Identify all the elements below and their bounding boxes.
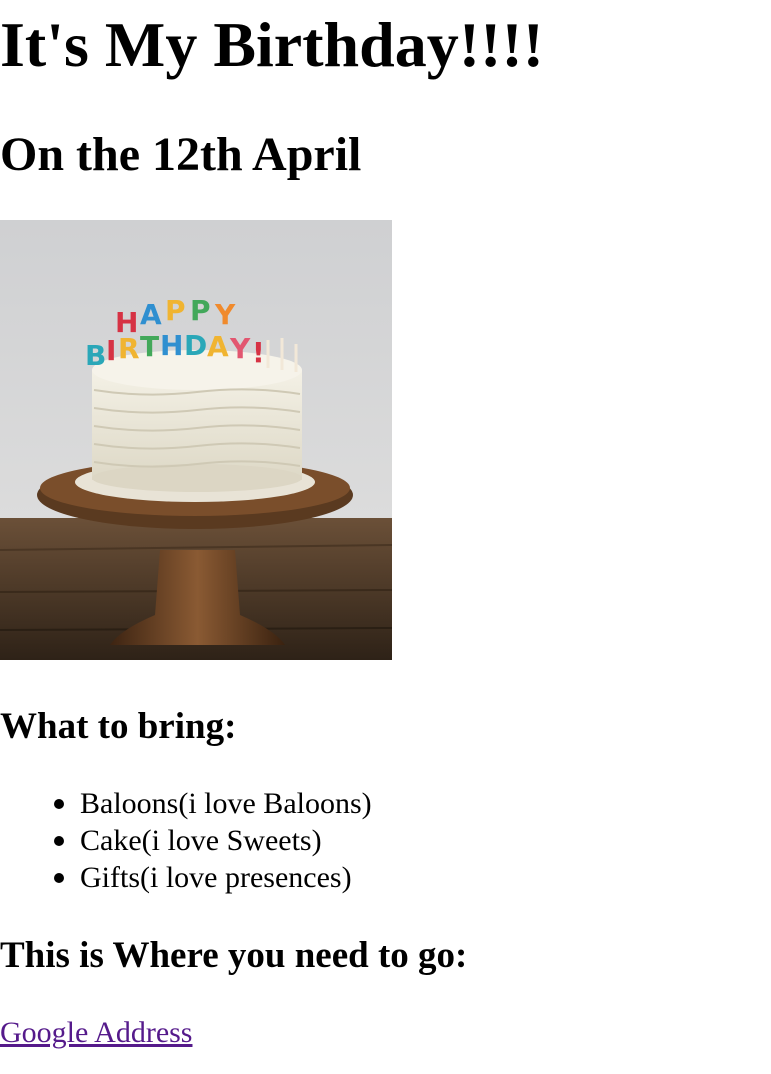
svg-text:T: T: [140, 330, 159, 363]
birthday-page: It's My Birthday!!!! On the 12th April H…: [0, 0, 771, 1074]
list-item: Gifts(i love presences): [54, 859, 372, 896]
svg-text:B: B: [85, 339, 106, 372]
list-item: Baloons(i love Baloons): [54, 787, 372, 820]
svg-text:D: D: [184, 329, 207, 362]
svg-text:P: P: [190, 294, 211, 327]
svg-text:Y: Y: [229, 332, 251, 365]
page-subtitle: On the 12th April: [0, 128, 362, 181]
page-title: It's My Birthday!!!!: [0, 9, 544, 80]
svg-text:A: A: [207, 330, 229, 363]
list-item: Cake(i love Sweets): [54, 822, 372, 859]
svg-text:A: A: [140, 298, 162, 331]
svg-text:Y: Y: [214, 298, 236, 331]
birthday-cake-image: H A P P Y B I R T H D A Y !: [0, 220, 392, 660]
svg-text:H: H: [160, 329, 183, 362]
svg-text:!: !: [252, 336, 265, 369]
google-address-link[interactable]: Google Address: [0, 1014, 192, 1051]
where-heading: This is Where you need to go:: [0, 935, 468, 976]
svg-text:R: R: [118, 332, 140, 365]
svg-text:I: I: [106, 334, 116, 367]
bring-list: Baloons(i love Baloons) Cake(i love Swee…: [0, 785, 372, 896]
bring-heading: What to bring:: [0, 706, 237, 747]
svg-text:P: P: [165, 294, 186, 327]
